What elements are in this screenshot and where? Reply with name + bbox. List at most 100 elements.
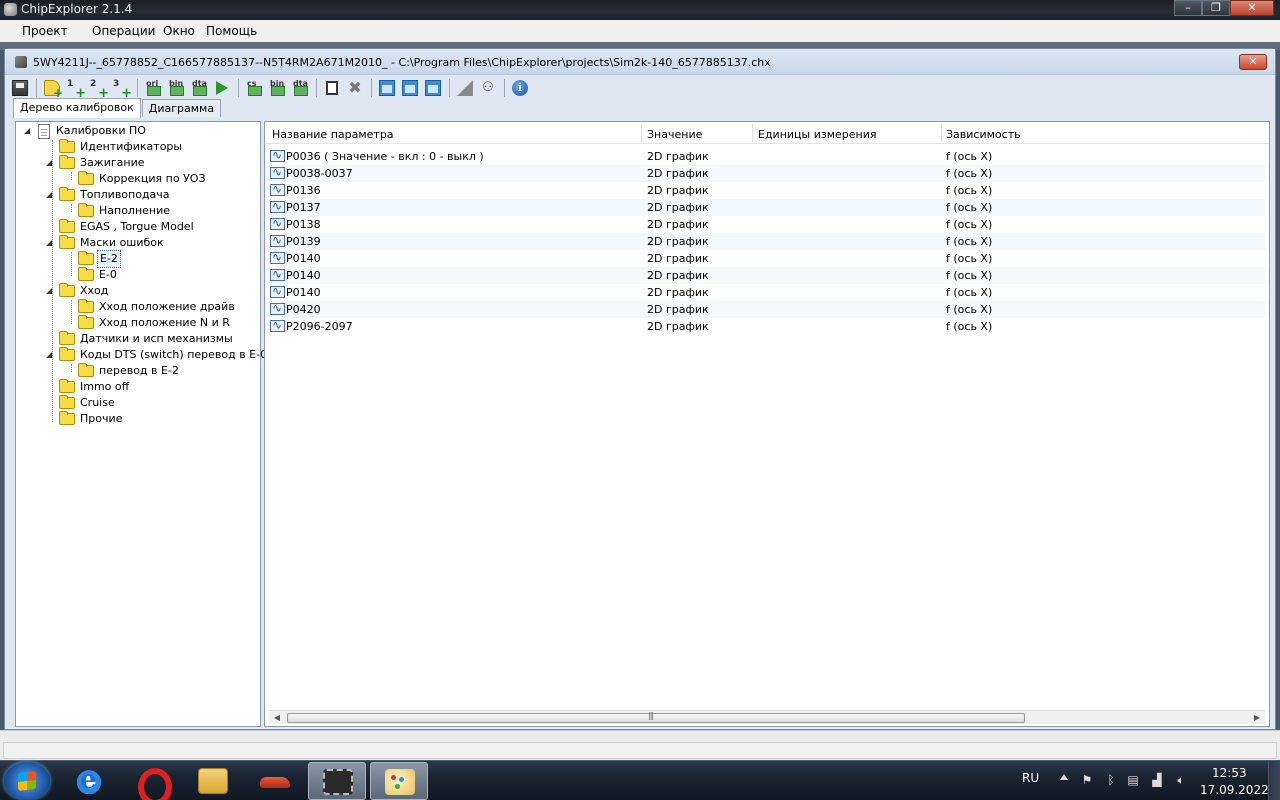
tree-root[interactable]: ◢ Калибровки ПО [24, 123, 148, 139]
taskbar-car-app[interactable] [246, 762, 304, 800]
tree-item-e0[interactable]: E-0 [78, 267, 119, 283]
taskbar-explorer[interactable] [184, 762, 242, 800]
table-row[interactable]: P0036 ( Значение - вкл : 0 - выкл ) 2D гр… [265, 148, 1265, 165]
table-row[interactable]: P0420 2D график f (ось X) [265, 301, 1265, 318]
checksum-button[interactable]: cs [243, 78, 265, 98]
tree-item-cruise[interactable]: Cruise [59, 395, 117, 411]
scroll-right-icon[interactable]: ▶ [1251, 712, 1263, 724]
collapse-icon[interactable]: ◢ [46, 351, 54, 359]
tree-item-other[interactable]: Прочие [59, 411, 124, 427]
tree-item-error-masks[interactable]: ◢ Маски ошибок [46, 235, 166, 251]
window-next-button[interactable] [399, 78, 421, 98]
add-folder-button[interactable] [41, 78, 63, 100]
system-tray: RU ⚑ ᛒ ▤ ▟ 🔈︎ 12:53 17.09.2022 [1010, 761, 1280, 800]
dta-file-icon: dta [191, 79, 207, 96]
save-dta-button[interactable]: dta [289, 78, 311, 98]
clock-date[interactable]: 17.09.2022 [1200, 783, 1269, 797]
start-button[interactable] [4, 762, 50, 800]
table-row[interactable]: P0139 2D график f (ось X) [265, 233, 1265, 250]
collapse-icon[interactable]: ◢ [24, 127, 32, 135]
table-row[interactable]: P2096-2097 2D график f (ось X) [265, 318, 1265, 335]
tab-calibration-tree[interactable]: Дерево калибровок [13, 98, 141, 118]
chip-button[interactable] [321, 78, 343, 98]
disconnect-button[interactable]: ✖ [344, 78, 366, 98]
collapse-icon[interactable]: ◢ [46, 159, 54, 167]
menu-window[interactable]: Окно [163, 24, 195, 38]
clock-time[interactable]: 12:53 [1212, 766, 1247, 780]
column-divider[interactable] [752, 124, 753, 142]
signal-icon[interactable]: ▟ [1150, 773, 1164, 787]
project-window: 5WY4211J--_65778852_C166577885137--N5T4R… [4, 48, 1276, 730]
open-bin-button[interactable]: bin [165, 78, 187, 98]
column-divider[interactable] [641, 124, 642, 142]
add-1-button[interactable]: 1 [64, 78, 86, 101]
menu-help[interactable]: Помощь [206, 24, 257, 38]
maximize-button[interactable]: ❐ [1202, 0, 1230, 16]
table-row[interactable]: P0140 2D график f (ось X) [265, 284, 1265, 301]
language-indicator[interactable]: RU [1022, 771, 1039, 785]
tree-item-dts-codes[interactable]: ◢ Коды DTS (switch) перевод в Е-0 [46, 347, 269, 363]
table-row[interactable]: P0137 2D график f (ось X) [265, 199, 1265, 216]
open-dta-button[interactable]: dta [188, 78, 210, 98]
table-row[interactable]: P0140 2D график f (ось X) [265, 250, 1265, 267]
tree-item-e2[interactable]: E-2 [78, 250, 121, 268]
search-button[interactable]: ⚇ [477, 78, 499, 98]
save-bin-button[interactable]: bin [266, 78, 288, 98]
tree-item-to-e2[interactable]: перевод в Е-2 [78, 363, 181, 379]
add-3-button[interactable]: 3 [110, 78, 132, 101]
project-close-button[interactable]: ✕ [1239, 54, 1267, 70]
tree-item-filling[interactable]: Наполнение [78, 203, 172, 219]
taskbar-chipexplorer[interactable] [308, 762, 366, 800]
device-icon[interactable]: ▤ [1126, 773, 1140, 787]
taskbar-paint[interactable] [370, 762, 428, 800]
taskbar-internet-explorer[interactable] [60, 762, 118, 800]
tree-item-idle[interactable]: ◢ Ххoд [46, 283, 110, 299]
save-dta-icon: dta [292, 79, 308, 96]
tree-item-timing-correction[interactable]: Коррекция по УОЗ [78, 171, 208, 187]
save-button[interactable] [9, 78, 31, 98]
tree-item-idle-n-r[interactable]: Ххoд положение N и R [78, 315, 232, 331]
show-desktop-button[interactable] [1268, 761, 1280, 800]
table-row[interactable]: P0136 2D график f (ось X) [265, 182, 1265, 199]
column-header-units[interactable]: Единицы измерения [758, 128, 877, 141]
taskbar-opera[interactable] [122, 762, 180, 800]
parameter-list[interactable]: Название параметра Значение Единицы изме… [264, 121, 1270, 727]
scroll-left-icon[interactable]: ◀ [271, 712, 283, 724]
table-row[interactable]: P0038-0037 2D график f (ось X) [265, 165, 1265, 182]
table-row[interactable]: P0138 2D график f (ось X) [265, 216, 1265, 233]
collapse-icon[interactable]: ◢ [46, 287, 54, 295]
horizontal-scrollbar[interactable]: ◀ ▶ [269, 710, 1265, 724]
tree-item-fuel[interactable]: ◢ Топливоподача [46, 187, 172, 203]
volume-icon[interactable]: 🔈︎ [1174, 773, 1188, 787]
column-divider[interactable] [941, 124, 942, 142]
menu-project[interactable]: Проект [22, 24, 68, 38]
table-row[interactable]: P0140 2D график f (ось X) [265, 267, 1265, 284]
window-compare-button[interactable] [422, 78, 444, 98]
collapse-icon[interactable]: ◢ [46, 191, 54, 199]
menu-operations[interactable]: Операции [92, 24, 155, 38]
show-hidden-icons-icon[interactable] [1060, 774, 1068, 780]
tree-item-egas[interactable]: EGAS , Torgue Model [59, 219, 196, 235]
close-button[interactable]: ✕ [1230, 0, 1274, 16]
about-button[interactable]: i [509, 78, 531, 98]
window-button[interactable] [376, 78, 398, 98]
run-button[interactable] [211, 78, 233, 98]
column-header-name[interactable]: Название параметра [272, 128, 394, 141]
network-flag-icon[interactable]: ⚑ [1080, 773, 1094, 787]
tree-item-identifiers[interactable]: Идентификаторы [59, 139, 184, 155]
tab-diagram[interactable]: Диаграмма [141, 99, 222, 117]
column-header-dependency[interactable]: Зависимость [946, 128, 1021, 141]
tree-item-idle-drive[interactable]: Ххoд положение драйв [78, 299, 237, 315]
tree-item-immo-off[interactable]: Immo off [59, 379, 131, 395]
open-ori-button[interactable]: ori [142, 78, 164, 98]
column-header-value[interactable]: Значение [647, 128, 702, 141]
tree-item-ignition[interactable]: ◢ Зажигание [46, 155, 146, 171]
tree-item-sensors[interactable]: Датчики и исп механизмы [59, 331, 235, 347]
add-2-button[interactable]: 2 [87, 78, 109, 101]
bluetooth-icon[interactable]: ᛒ [1104, 773, 1118, 787]
calibration-tree[interactable]: ◢ Калибровки ПО Идентификаторы ◢ Зажиган… [15, 121, 267, 727]
graph-button[interactable] [454, 78, 476, 98]
collapse-icon[interactable]: ◢ [46, 239, 54, 247]
minimize-button[interactable]: – [1174, 0, 1202, 16]
scroll-thumb[interactable] [287, 711, 1025, 723]
